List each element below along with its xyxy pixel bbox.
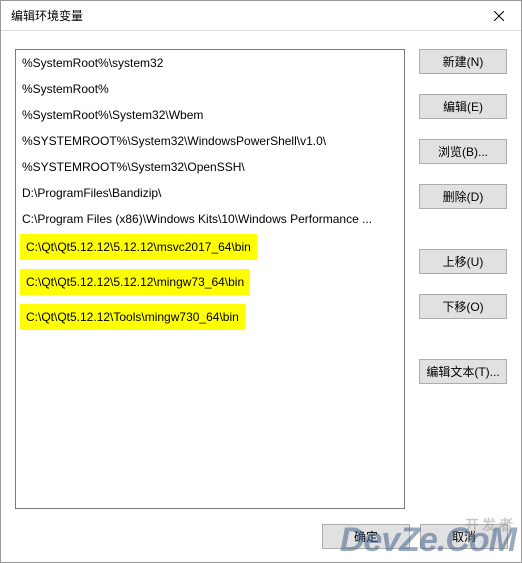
close-icon: [494, 11, 504, 21]
browse-button[interactable]: 浏览(B)...: [419, 139, 507, 164]
list-item[interactable]: %SYSTEMROOT%\System32\WindowsPowerShell\…: [16, 128, 404, 154]
list-item[interactable]: C:\Qt\Qt5.12.12\5.12.12\msvc2017_64\bin: [20, 234, 257, 260]
list-item[interactable]: %SystemRoot%: [16, 76, 404, 102]
content-area: %SystemRoot%\system32 %SystemRoot% %Syst…: [1, 31, 521, 562]
button-sidebar: 新建(N) 编辑(E) 浏览(B)... 删除(D) 上移(U) 下移(O) 编…: [419, 49, 507, 548]
moveup-button[interactable]: 上移(U): [419, 249, 507, 274]
list-item[interactable]: %SYSTEMROOT%\System32\OpenSSH\: [16, 154, 404, 180]
titlebar: 编辑环境变量: [1, 1, 521, 31]
list-item[interactable]: C:\Qt\Qt5.12.12\Tools\mingw730_64\bin: [20, 304, 245, 330]
dialog-window: 编辑环境变量 %SystemRoot%\system32 %SystemRoot…: [0, 0, 522, 563]
delete-button[interactable]: 删除(D): [419, 184, 507, 209]
path-listbox[interactable]: %SystemRoot%\system32 %SystemRoot% %Syst…: [15, 49, 405, 509]
window-title: 编辑环境变量: [11, 7, 83, 24]
close-button[interactable]: [476, 1, 521, 31]
list-item[interactable]: %SystemRoot%\System32\Wbem: [16, 102, 404, 128]
list-item[interactable]: %SystemRoot%\system32: [16, 50, 404, 76]
list-item[interactable]: C:\Program Files (x86)\Windows Kits\10\W…: [16, 206, 404, 232]
cancel-button[interactable]: 取消: [420, 524, 508, 549]
list-item[interactable]: D:\ProgramFiles\Bandizip\: [16, 180, 404, 206]
dialog-footer: 确定 取消: [322, 524, 508, 549]
list-item[interactable]: C:\Qt\Qt5.12.12\5.12.12\mingw73_64\bin: [20, 269, 250, 295]
edit-button[interactable]: 编辑(E): [419, 94, 507, 119]
ok-button[interactable]: 确定: [322, 524, 410, 549]
edittext-button[interactable]: 编辑文本(T)...: [419, 359, 507, 384]
new-button[interactable]: 新建(N): [419, 49, 507, 74]
movedown-button[interactable]: 下移(O): [419, 294, 507, 319]
